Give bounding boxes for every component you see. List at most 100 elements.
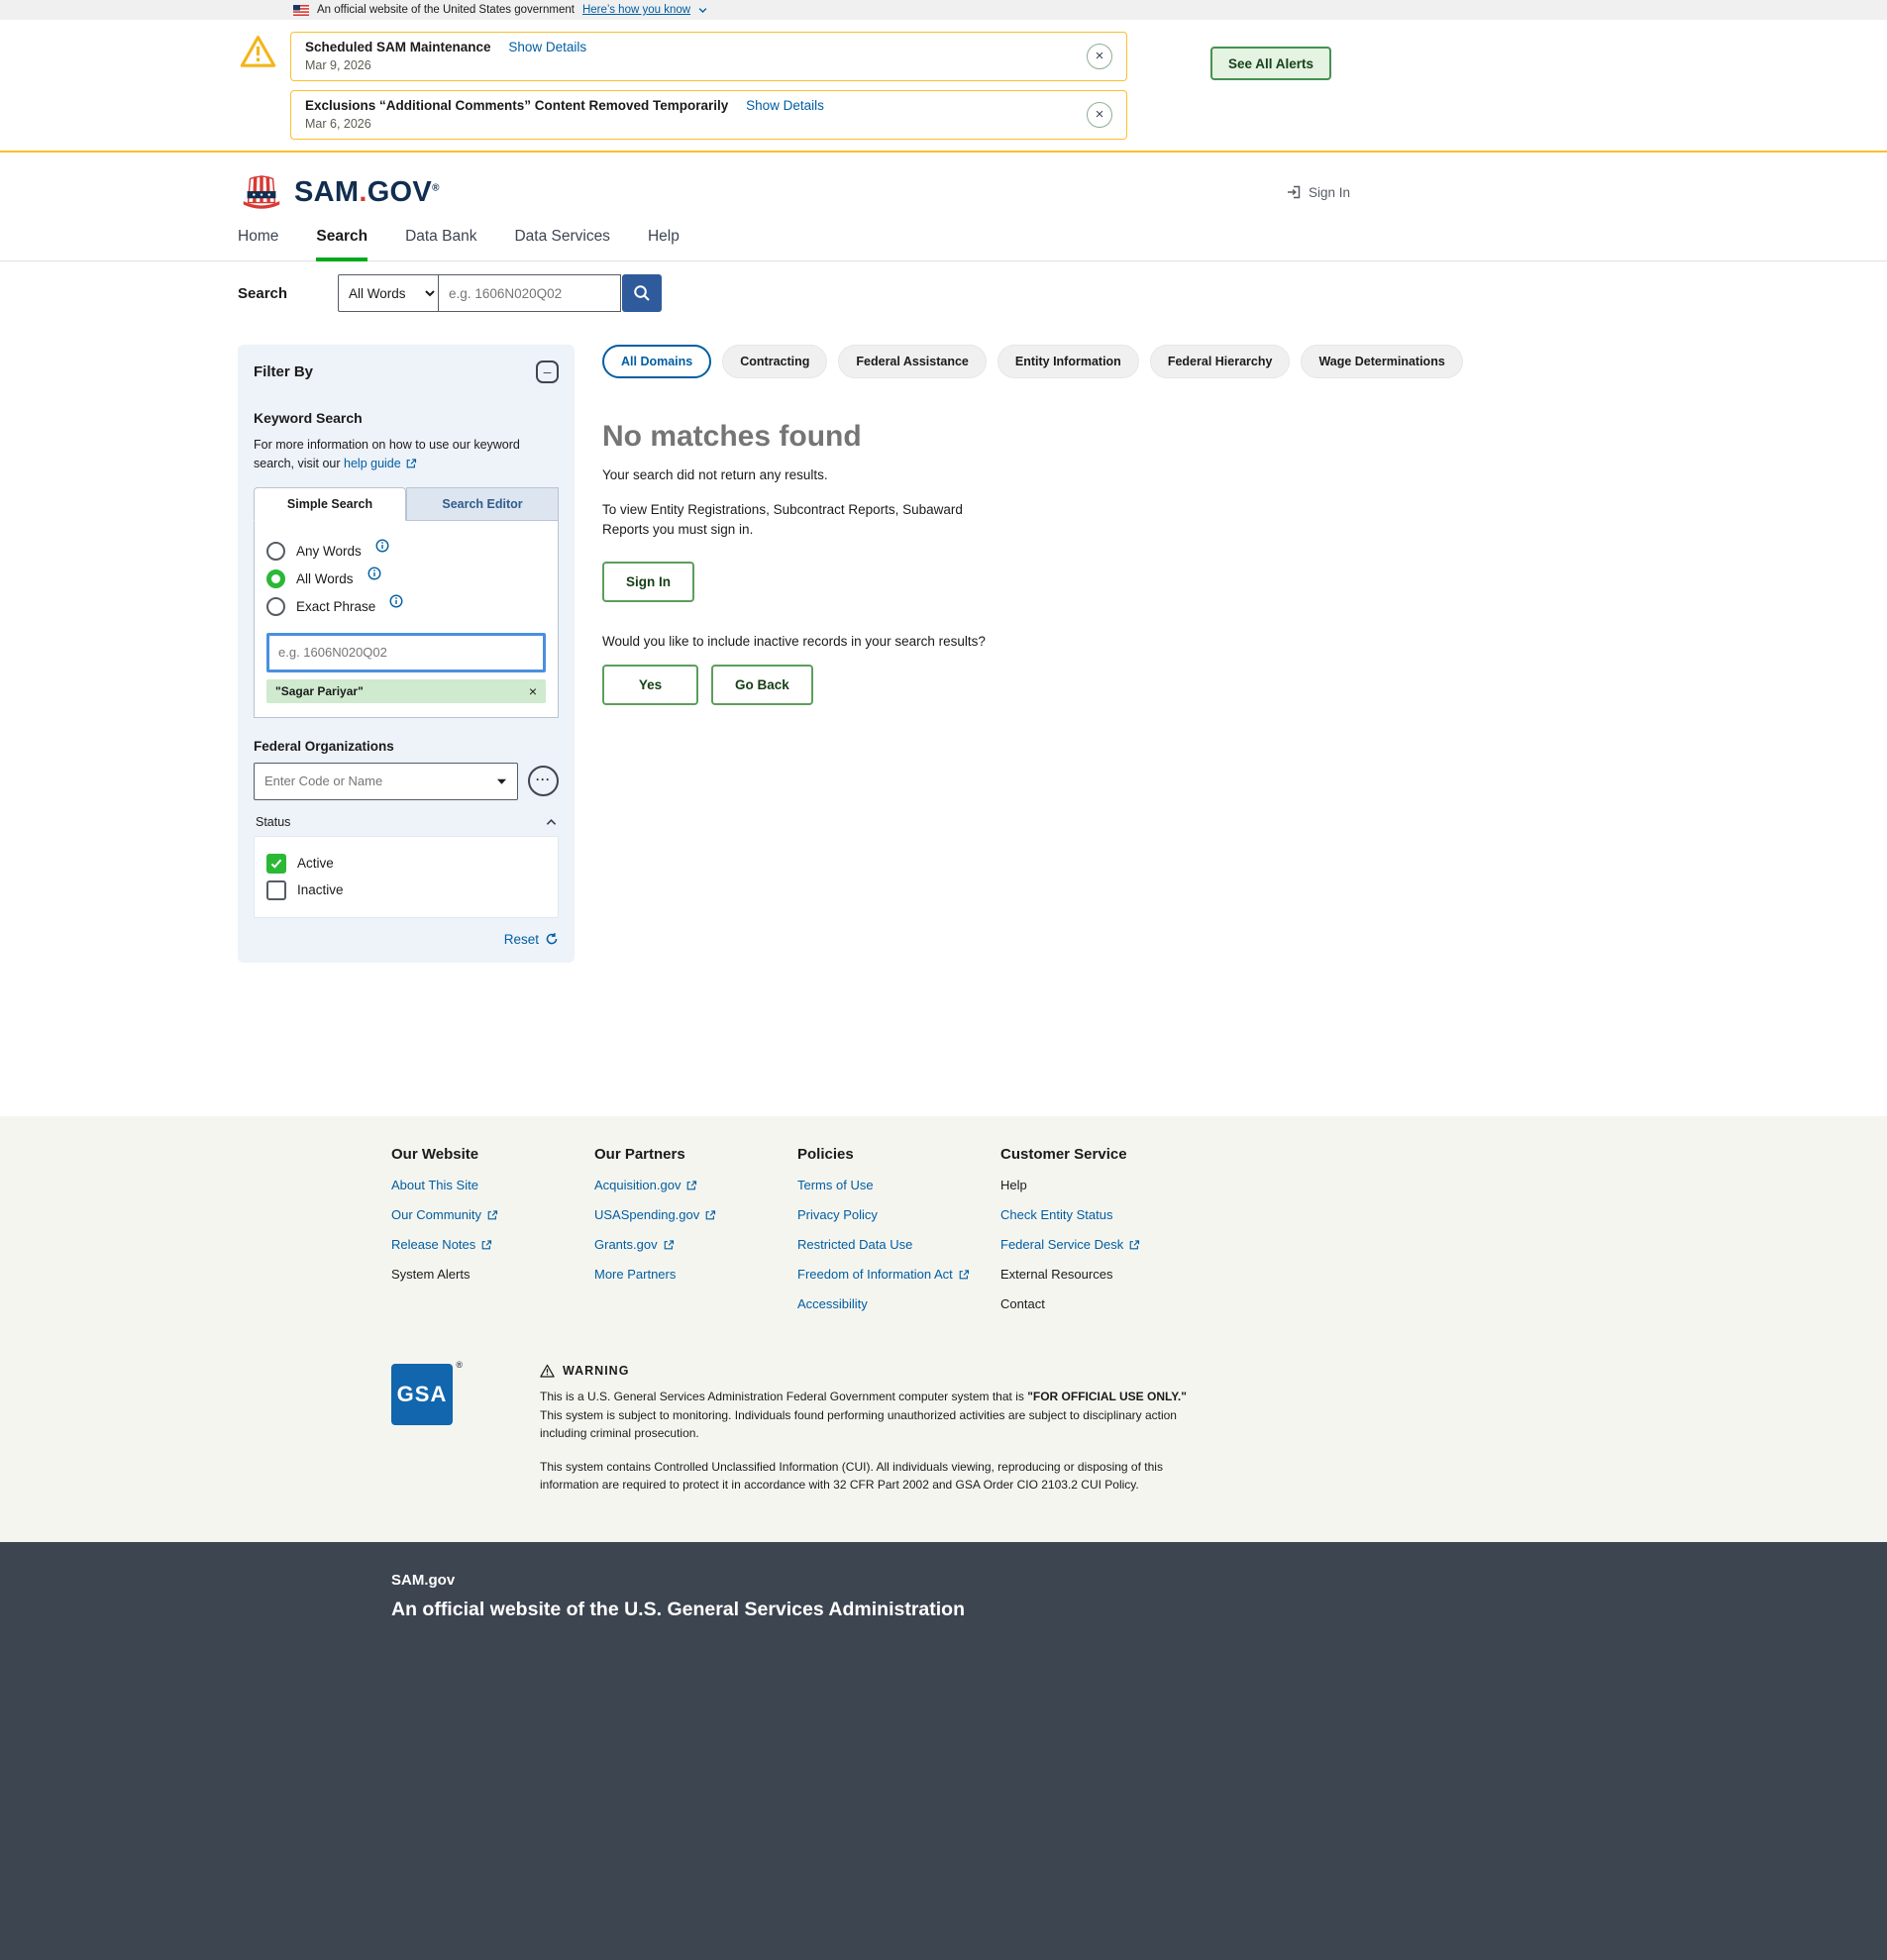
yes-button[interactable]: Yes — [602, 665, 698, 705]
status-section-toggle[interactable]: Status — [254, 815, 559, 829]
footer-link-check-entity-status[interactable]: Check Entity Status — [1000, 1207, 1112, 1222]
filter-by-title: Filter By — [254, 363, 313, 380]
footer-link-accessibility[interactable]: Accessibility — [797, 1296, 868, 1311]
sam-logo[interactable]: SAM.GOV® — [238, 172, 440, 212]
see-all-alerts-button[interactable]: See All Alerts — [1210, 47, 1331, 80]
alert-maintenance: Scheduled SAM Maintenance Show Details M… — [290, 32, 1127, 81]
close-icon[interactable] — [1087, 102, 1112, 128]
footer-link-freedom-of-information-act[interactable]: Freedom of Information Act — [797, 1267, 970, 1282]
domain-tab-federal-assistance[interactable]: Federal Assistance — [838, 345, 986, 378]
go-back-button[interactable]: Go Back — [711, 665, 813, 705]
external-link-icon — [480, 1239, 492, 1251]
search-icon — [633, 284, 651, 302]
footer-site-name: SAM.gov — [391, 1572, 1887, 1589]
search-button[interactable] — [622, 274, 662, 312]
site-header: SAM.GOV® Sign In Home Search Data Bank D… — [0, 153, 1887, 261]
tab-search-editor[interactable]: Search Editor — [406, 487, 559, 521]
header-sign-in-link[interactable]: Sign In — [1286, 184, 1350, 200]
collapse-filters-icon[interactable] — [536, 361, 559, 383]
nav-home[interactable]: Home — [238, 228, 278, 261]
sign-in-button[interactable]: Sign In — [602, 562, 694, 602]
warning-title: WARNING — [563, 1364, 629, 1378]
footer-link-system-alerts[interactable]: System Alerts — [391, 1267, 470, 1282]
close-icon[interactable] — [1087, 44, 1112, 69]
gov-banner-text: An official website of the United States… — [317, 4, 575, 16]
footer-link-federal-service-desk[interactable]: Federal Service Desk — [1000, 1237, 1140, 1252]
nav-data-bank[interactable]: Data Bank — [405, 228, 476, 261]
domain-tab-entity-information[interactable]: Entity Information — [997, 345, 1139, 378]
search-mode-select[interactable]: All Words — [338, 274, 439, 312]
search-bar: Search All Words — [0, 261, 1887, 329]
inactive-checkbox[interactable] — [266, 880, 286, 900]
footer-link-contact[interactable]: Contact — [1000, 1296, 1045, 1311]
info-icon[interactable] — [375, 539, 389, 553]
alert-show-details-link[interactable]: Show Details — [508, 40, 586, 54]
tab-simple-search[interactable]: Simple Search — [254, 487, 406, 521]
footer-link-grants-gov[interactable]: Grants.gov — [594, 1237, 675, 1252]
footer-link-restricted-data-use[interactable]: Restricted Data Use — [797, 1237, 912, 1252]
keyword-search-heading: Keyword Search — [254, 410, 559, 426]
alert-date: Mar 9, 2026 — [305, 58, 586, 72]
footer-heading: Our Partners — [594, 1146, 797, 1163]
status-inactive-option[interactable]: Inactive — [266, 880, 546, 900]
external-link-icon — [1128, 1239, 1140, 1251]
footer-link-terms-of-use[interactable]: Terms of Use — [797, 1178, 874, 1192]
reset-link[interactable]: Reset — [504, 932, 559, 947]
nav-data-services[interactable]: Data Services — [514, 228, 609, 261]
radio-selected-icon[interactable] — [266, 569, 285, 588]
status-active-option[interactable]: Active — [266, 854, 546, 874]
alert-show-details-link[interactable]: Show Details — [746, 98, 824, 113]
footer-link-about-this-site[interactable]: About This Site — [391, 1178, 478, 1192]
status-options-box: Active Inactive — [254, 836, 559, 918]
no-matches-heading: No matches found — [602, 420, 1887, 454]
us-flag-icon — [293, 5, 309, 16]
radio-all-words[interactable]: All Words — [266, 569, 546, 588]
footer-link-privacy-policy[interactable]: Privacy Policy — [797, 1207, 878, 1222]
footer-dark: SAM.gov An official website of the U.S. … — [0, 1542, 1887, 1960]
keyword-input[interactable] — [266, 633, 546, 672]
footer-link-help[interactable]: Help — [1000, 1178, 1027, 1192]
federal-organizations-heading: Federal Organizations — [254, 739, 559, 754]
footer-column-customer-service: Customer Service Help Check Entity Statu… — [1000, 1130, 1204, 1326]
radio-any-words[interactable]: Any Words — [266, 542, 546, 561]
footer-link-our-community[interactable]: Our Community — [391, 1207, 498, 1222]
warning-paragraph-2: This system contains Controlled Unclassi… — [540, 1458, 1189, 1495]
alert-exclusions: Exclusions “Additional Comments” Content… — [290, 90, 1127, 140]
active-checkbox[interactable] — [266, 854, 286, 874]
domain-tabs: All Domains Contracting Federal Assistan… — [602, 345, 1887, 378]
info-icon[interactable] — [389, 594, 403, 608]
footer-link-external-resources[interactable]: External Resources — [1000, 1267, 1112, 1282]
external-link-icon — [405, 458, 417, 469]
chip-remove-icon[interactable] — [529, 684, 537, 698]
more-options-button[interactable] — [528, 766, 559, 796]
footer-link-release-notes[interactable]: Release Notes — [391, 1237, 492, 1252]
footer-link-usaspending-gov[interactable]: USASpending.gov — [594, 1207, 716, 1222]
help-guide-link[interactable]: help guide — [344, 455, 417, 473]
domain-tab-federal-hierarchy[interactable]: Federal Hierarchy — [1150, 345, 1291, 378]
nav-search[interactable]: Search — [316, 228, 367, 261]
radio-icon[interactable] — [266, 542, 285, 561]
warning-paragraph-1: This is a U.S. General Services Administ… — [540, 1388, 1189, 1443]
external-link-icon — [486, 1209, 498, 1221]
search-results: All Domains Contracting Federal Assistan… — [602, 345, 1887, 705]
radio-icon[interactable] — [266, 597, 285, 616]
footer-column-our-partners: Our Partners Acquisition.gov USASpending… — [594, 1130, 797, 1326]
warning-icon — [240, 34, 276, 68]
warning-triangle-icon — [540, 1364, 555, 1378]
federal-org-select[interactable]: Enter Code or Name — [254, 763, 518, 800]
domain-tab-wage-determinations[interactable]: Wage Determinations — [1301, 345, 1462, 378]
domain-tab-all-domains[interactable]: All Domains — [602, 345, 711, 378]
no-results-message: Your search did not return any results. — [602, 467, 1887, 482]
nav-help[interactable]: Help — [648, 228, 680, 261]
external-link-icon — [704, 1209, 716, 1221]
sam-hat-icon — [238, 172, 285, 212]
domain-tab-contracting[interactable]: Contracting — [722, 345, 827, 378]
footer-link-more-partners[interactable]: More Partners — [594, 1267, 676, 1282]
search-input[interactable] — [439, 274, 621, 312]
gov-banner-how-link[interactable]: Here’s how you know — [582, 4, 690, 16]
footer-link-acquisition-gov[interactable]: Acquisition.gov — [594, 1178, 697, 1192]
keyword-info-text: For more information on how to use our k… — [254, 436, 559, 473]
external-link-icon — [685, 1180, 697, 1191]
info-icon[interactable] — [367, 567, 381, 580]
radio-exact-phrase[interactable]: Exact Phrase — [266, 597, 546, 616]
